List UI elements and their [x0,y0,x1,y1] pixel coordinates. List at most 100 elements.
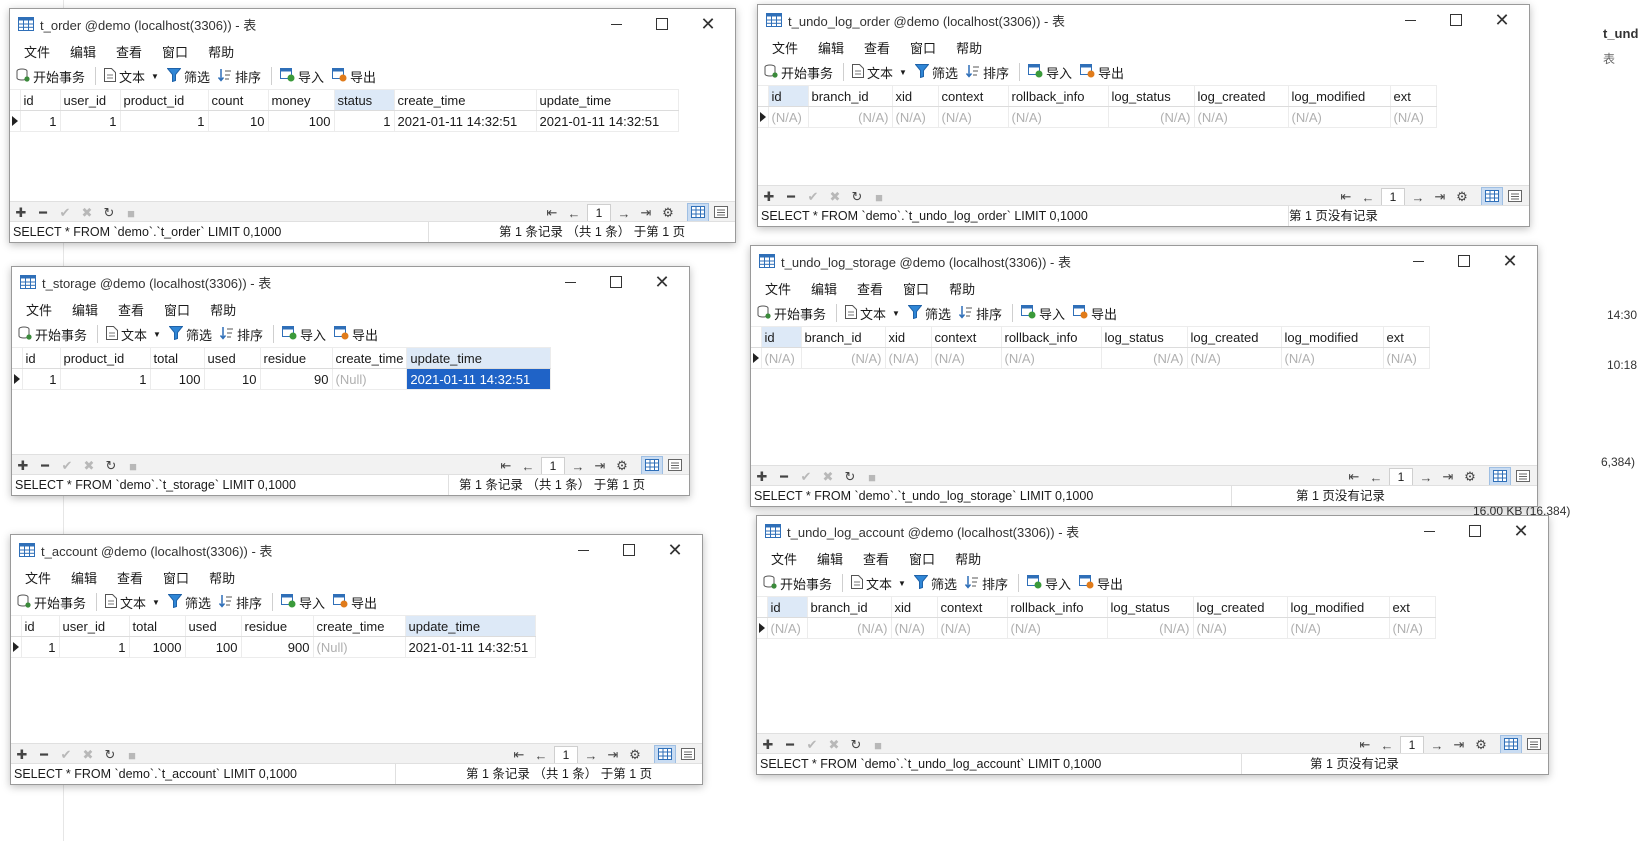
window-t-order[interactable]: t_order @demo (localhost(3306)) - 表 ✕ 文件 编辑… [9,8,736,243]
next-page-button[interactable]: → [1415,470,1437,485]
page-number-input[interactable]: 1 [1389,468,1413,486]
table-cell[interactable]: 1 [21,368,61,390]
last-page-button[interactable]: ⇥ [1448,737,1470,753]
data-grid[interactable]: id user_id total used residue create_time upda… [11,615,702,658]
stop-button[interactable]: ■ [861,470,883,485]
table-cell[interactable]: 90 [259,368,333,390]
column-header-xid[interactable]: xid [884,326,932,348]
column-header-create-time[interactable]: create_time [393,89,537,111]
refresh-button[interactable]: ↻ [846,189,868,205]
filter-button[interactable]: 筛选 [167,593,211,612]
table-cell[interactable]: (N/A) [1192,617,1288,639]
add-record-button[interactable]: ✚ [758,189,780,205]
table-cell[interactable]: (N/A) [937,106,1009,128]
close-button[interactable]: ✕ [1487,246,1533,276]
filter-button[interactable]: 筛选 [914,63,958,82]
table-cell[interactable]: 1 [59,110,121,132]
menu-view[interactable]: 查看 [110,300,156,319]
table-cell[interactable]: 1 [333,110,395,132]
import-button[interactable]: 导入 [1027,63,1072,82]
grid-view-button[interactable] [687,203,709,223]
menu-edit[interactable]: 编辑 [803,279,849,298]
column-header-log-status[interactable]: log_status [1107,85,1195,107]
discard-button[interactable]: ✖ [76,205,98,221]
table-cell[interactable]: 2021-01-11 14:32:51 [406,368,552,390]
text-button[interactable]: 文本 ▼ [845,304,900,323]
table-cell[interactable]: (N/A) [1382,347,1430,369]
table-cell[interactable]: (N/A) [1106,617,1194,639]
close-button[interactable]: ✕ [639,267,685,297]
text-button[interactable]: 文本 ▼ [106,325,161,344]
sort-button[interactable]: 排序 [217,67,261,86]
title-bar[interactable]: t_undo_log_order @demo (localhost(3306))… [758,5,1529,35]
discard-button[interactable]: ✖ [78,458,100,474]
minimize-button[interactable] [1406,516,1452,546]
table-cell[interactable]: (N/A) [806,617,892,639]
delete-record-button[interactable]: ━ [32,205,54,221]
add-record-button[interactable]: ✚ [12,458,34,474]
maximize-button[interactable] [593,267,639,297]
column-header-product-id[interactable]: product_id [59,347,151,369]
column-header-rollback-info[interactable]: rollback_info [1000,326,1102,348]
table-cell[interactable]: 100 [184,636,242,658]
menu-help[interactable]: 帮助 [948,38,994,57]
column-header-log-created[interactable]: log_created [1192,596,1288,618]
next-page-button[interactable]: → [580,748,602,763]
export-button[interactable]: 导出 [1073,304,1117,323]
sort-button[interactable]: 排序 [965,63,1009,82]
column-header-create-time[interactable]: create_time [312,615,406,637]
menu-file[interactable]: 文件 [763,549,809,568]
form-view-button[interactable] [711,204,731,222]
column-header-used[interactable]: used [203,347,261,369]
column-header-context[interactable]: context [937,85,1009,107]
table-cell[interactable]: (N/A) [1000,347,1102,369]
last-page-button[interactable]: ⇥ [602,747,624,763]
table-cell[interactable]: 10 [203,368,261,390]
menu-file[interactable]: 文件 [18,300,64,319]
export-button[interactable]: 导出 [1079,574,1123,593]
export-button[interactable]: 导出 [332,67,376,86]
apply-button[interactable]: ✔ [55,747,77,763]
last-page-button[interactable]: ⇥ [1437,469,1459,485]
filter-button[interactable]: 筛选 [168,325,212,344]
column-header-rollback-info[interactable]: rollback_info [1006,596,1108,618]
table-cell[interactable]: 10 [207,110,269,132]
column-header-xid[interactable]: xid [890,596,938,618]
page-number-input[interactable]: 1 [1381,188,1405,206]
title-bar[interactable]: t_undo_log_storage @demo (localhost(3306… [751,246,1537,276]
sort-button[interactable]: 排序 [964,574,1008,593]
next-page-button[interactable]: → [1407,190,1429,205]
window-t-undo-log-order[interactable]: t_undo_log_order @demo (localhost(3306))… [757,4,1530,227]
column-header-branch-id[interactable]: branch_id [800,326,886,348]
column-header-ext[interactable]: ext [1382,326,1430,348]
close-button[interactable]: ✕ [685,9,731,39]
table-cell[interactable]: 1 [59,368,151,390]
column-header-count[interactable]: count [207,89,269,111]
refresh-button[interactable]: ↻ [845,737,867,753]
window-t-account[interactable]: t_account @demo (localhost(3306)) - 表 ✕ 文件… [10,534,703,785]
table-cell[interactable]: (N/A) [800,347,886,369]
column-header-update-time[interactable]: update_time [404,615,536,637]
menu-window[interactable]: 窗口 [155,568,201,587]
column-header-id[interactable]: id [767,85,809,107]
table-cell[interactable]: 1 [20,636,60,658]
menu-help[interactable]: 帮助 [202,300,248,319]
column-header-log-created[interactable]: log_created [1193,85,1289,107]
table-cell[interactable]: (N/A) [807,106,893,128]
table-cell[interactable]: 100 [149,368,205,390]
first-page-button[interactable]: ⇤ [541,205,563,221]
add-record-button[interactable]: ✚ [10,205,32,221]
column-header-create-time[interactable]: create_time [331,347,408,369]
delete-record-button[interactable]: ━ [780,189,802,205]
table-cell[interactable]: 2021-01-11 14:32:51 [404,636,536,658]
begin-transaction-button[interactable]: 开始事务 [764,63,833,82]
table-cell[interactable]: (N/A) [936,617,1008,639]
delete-record-button[interactable]: ━ [34,458,56,474]
column-header-used[interactable]: used [184,615,242,637]
begin-transaction-button[interactable]: 开始事务 [757,304,826,323]
text-button[interactable]: 文本 ▼ [105,593,160,612]
menu-view[interactable]: 查看 [108,42,154,61]
sort-button[interactable]: 排序 [958,304,1002,323]
begin-transaction-button[interactable]: 开始事务 [16,67,85,86]
maximize-button[interactable] [1433,5,1479,35]
